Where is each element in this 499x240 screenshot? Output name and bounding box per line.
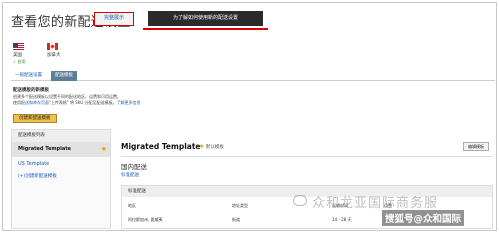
divider	[121, 156, 493, 157]
us-flag-icon	[13, 43, 24, 50]
add-template-link[interactable]: (+)创建新配送模板	[12, 172, 110, 182]
standard-shipping-link[interactable]: 标准配送	[121, 172, 139, 178]
learn-more-button[interactable]: 为了解如何使用新的配送设置	[148, 11, 263, 26]
learn-more-link[interactable]: 了解更多信息	[116, 100, 140, 105]
star-icon: ★	[199, 143, 205, 150]
marketplace-name: 加拿大	[47, 53, 61, 58]
column-header: 地区	[128, 203, 136, 208]
watermark-text: 众和龙亚国际商务服	[312, 196, 439, 211]
template-list-item[interactable]: Migrated Template ★	[12, 142, 110, 157]
tab-general-settings[interactable]: 一般配送设置	[11, 71, 46, 81]
domestic-heading: 国内配送	[121, 163, 147, 171]
default-badge: ★ 默认模板	[199, 143, 224, 150]
star-icon: ★	[100, 145, 107, 153]
template-title: Migrated Template	[121, 142, 201, 151]
table-cell: 阿拉斯加州, 夏威夷	[128, 217, 163, 222]
column-header: 地址类型	[232, 203, 248, 208]
section-description: 创建多个配送模板以设置不同的配送地区、运费和可用运费。 使用配送和库存页面"上传…	[13, 94, 213, 105]
template-name: US Template	[18, 161, 50, 167]
inventory-page-link[interactable]: 配送和库存页面	[21, 100, 49, 105]
canada-flag-icon	[47, 43, 58, 50]
marketplace-status: ✓ 启用	[13, 59, 26, 64]
edit-template-button[interactable]: 编辑模板	[463, 142, 489, 151]
template-name: Migrated Template	[18, 146, 72, 152]
template-list-panel: 配送模板列表 Migrated Template ★ US Template (…	[11, 129, 111, 229]
watermark-brand: 搜狐号@众和国际	[382, 210, 465, 226]
marketplace-ca[interactable]: 加拿大	[47, 43, 77, 58]
template-list-item[interactable]: US Template	[12, 157, 110, 172]
wechat-icon	[293, 195, 307, 206]
marketplace-name: 美国	[13, 53, 22, 58]
template-list-header: 配送模板列表	[12, 130, 110, 142]
table-cell: 14 - 28 天	[332, 217, 352, 222]
dismiss-button[interactable]: 完整展示	[94, 12, 134, 26]
default-label: 默认模板	[205, 145, 224, 150]
desc-prefix: 使用	[13, 99, 21, 105]
tab-shipping-templates[interactable]: 配送模板	[51, 71, 77, 81]
tab-bar: 一般配送设置 配送模板	[11, 69, 495, 81]
highlight-underline	[143, 28, 268, 30]
section-heading: 配送模板的新模板	[13, 88, 49, 93]
marketplace-us[interactable]: 美国 ✓ 启用	[13, 43, 43, 65]
create-template-button[interactable]: 创建新配送模板	[13, 114, 57, 123]
desc-mid: "上传表格" 将 SKU 分配至配送模板。	[49, 99, 117, 105]
table-cell: 街道	[232, 217, 240, 222]
